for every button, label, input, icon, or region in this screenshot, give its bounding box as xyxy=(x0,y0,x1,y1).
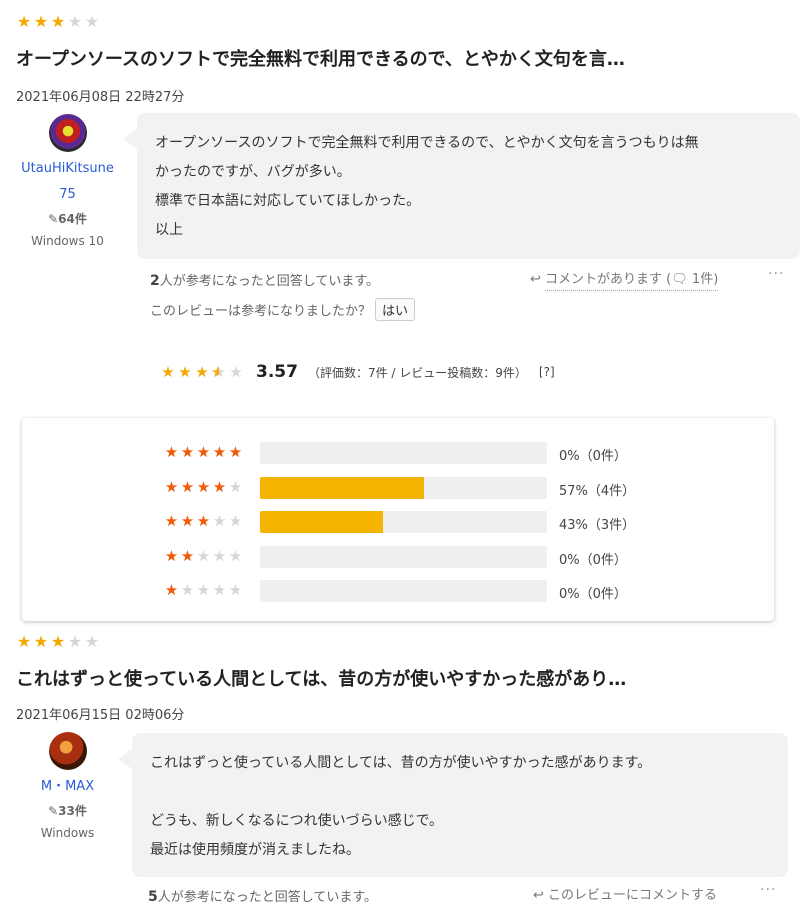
helpful-question: このレビューは参考になりましたか？ はい xyxy=(150,298,416,321)
star-filled-icon: ★ xyxy=(180,547,195,565)
star-empty-icon: ★ xyxy=(196,581,211,599)
avatar[interactable] xyxy=(48,732,87,770)
distribution-row-2[interactable]: ★ ★ ★ ★ ★ 0%（0件） xyxy=(22,546,774,568)
review-date: 2021年06月08日 22時27分 xyxy=(16,90,185,105)
star-empty-icon: ★ xyxy=(212,547,227,565)
comment-link[interactable]: ↩ このレビューにコメントする xyxy=(533,884,717,903)
avatar[interactable] xyxy=(48,114,87,152)
star-filled-icon: ★ xyxy=(33,632,49,651)
distribution-label: 0%（0件） xyxy=(559,553,627,568)
average-rating-stars: ★ ★ ★ ★ ★ xyxy=(160,364,244,380)
review-rating-stars: ★ ★ ★ ★ ★ xyxy=(16,14,100,30)
star-filled-icon: ★ xyxy=(16,632,32,651)
star-filled-icon: ★ xyxy=(33,12,49,31)
review-body: オープンソースのソフトで完全無料で利用できるので、とやかく文句を言うつもりは無 … xyxy=(123,113,800,259)
star-filled-icon: ★ xyxy=(180,478,195,496)
star-filled-icon: ★ xyxy=(180,443,195,461)
distribution-row-1[interactable]: ★ ★ ★ ★ ★ 0%（0件） xyxy=(22,580,774,602)
bar-track xyxy=(260,580,547,602)
star-empty-icon: ★ xyxy=(196,547,211,565)
review-title[interactable]: これはずっと使っている人間としては、昔の方が使いやすかった感があり… xyxy=(16,665,626,691)
star-icons: ★ ★ ★ ★ ★ xyxy=(164,445,243,460)
rating-summary: ★★★★★ 3.57 （評価数：7件 / レビュー投稿数：9件） [?] xyxy=(160,362,555,382)
edit-icon: ✎ xyxy=(48,212,59,226)
reviewer-profile: M・MAX ✎33件 Windows xyxy=(10,732,125,844)
average-score: 3.57 xyxy=(256,362,298,382)
star-icons: ★ ★ ★ ★ ★ xyxy=(164,549,243,564)
comment-icon: 🗨 xyxy=(671,272,688,287)
reply-icon: ↩ xyxy=(533,888,544,903)
rating-meta: （評価数：7件 / レビュー投稿数：9件） xyxy=(307,365,527,380)
star-empty-icon: ★ xyxy=(67,632,83,651)
star-empty-icon: ★ xyxy=(180,581,195,599)
review-title[interactable]: オープンソースのソフトで完全無料で利用できるので、とやかく文句を言… xyxy=(16,45,625,71)
distribution-label: 43%（3件） xyxy=(559,518,636,533)
bar-track xyxy=(260,477,547,499)
star-filled-icon: ★ xyxy=(164,443,179,461)
star-empty-icon: ★ xyxy=(228,512,243,530)
distribution-label: 0%（0件） xyxy=(559,449,627,464)
star-icons: ★ ★ ★ ★ ★ xyxy=(164,583,243,598)
star-empty-icon: ★ xyxy=(84,12,100,31)
star-filled-icon: ★ xyxy=(196,512,211,530)
reviewer-name[interactable]: M・MAX xyxy=(10,774,125,800)
distribution-row-3[interactable]: ★ ★ ★ ★ ★ 43%（3件） xyxy=(22,511,774,533)
review-date: 2021年06月15日 02時06分 xyxy=(16,708,185,723)
distribution-label: 57%（4件） xyxy=(559,484,636,499)
helpful-count-text: 5人が参考になったと回答しています。 xyxy=(148,889,378,905)
bar-fill xyxy=(260,511,384,533)
review-count: ✎33件 xyxy=(48,804,87,818)
star-filled-icon: ★ xyxy=(50,632,66,651)
comment-link[interactable]: ↩ コメントがあります (🗨 1件) xyxy=(530,268,719,291)
star-empty-icon: ★ xyxy=(228,478,243,496)
star-empty-icon: ★ xyxy=(84,632,100,651)
bar-track xyxy=(260,511,547,533)
star-empty-icon: ★ xyxy=(212,512,227,530)
review-body: これはずっと使っている人間としては、昔の方が使いやすかった感があります。 どうも… xyxy=(118,733,788,877)
star-filled-icon: ★ xyxy=(180,512,195,530)
star-filled-icon: ★ xyxy=(212,443,227,461)
reviewer-name[interactable]: UtauHiKitsune 75 xyxy=(10,156,125,208)
helpful-count-text: 2人が参考になったと回答しています。 xyxy=(150,273,380,289)
edit-icon: ✎ xyxy=(48,804,59,818)
star-empty-icon: ★ xyxy=(228,581,243,599)
bar-track xyxy=(260,546,547,568)
reviewer-profile: UtauHiKitsune 75 ✎64件 Windows 10 xyxy=(10,114,125,252)
star-filled-icon: ★ xyxy=(164,512,179,530)
bar-fill xyxy=(260,477,424,499)
distribution-row-4[interactable]: ★ ★ ★ ★ ★ 57%（4件） xyxy=(22,477,774,499)
distribution-label: 0%（0件） xyxy=(559,587,627,602)
star-filled-icon: ★ xyxy=(16,12,32,31)
star-icons: ★ ★ ★ ★ ★ xyxy=(164,480,243,495)
more-options-icon[interactable]: ··· xyxy=(760,882,776,898)
reply-icon: ↩ xyxy=(530,272,541,287)
star-filled-icon: ★ xyxy=(164,581,179,599)
bar-track xyxy=(260,442,547,464)
star-empty-icon: ★ xyxy=(67,12,83,31)
reviewer-os: Windows xyxy=(40,826,95,840)
rating-distribution: ★ ★ ★ ★ ★ 0%（0件） ★ ★ ★ ★ ★ 57%（4件） ★ ★ ★ ★ ★ 43%（3件）… xyxy=(22,418,774,621)
review-rating-stars: ★ ★ ★ ★ ★ xyxy=(16,634,100,650)
star-filled-icon: ★ xyxy=(212,478,227,496)
star-filled-icon: ★ xyxy=(196,478,211,496)
star-empty-icon: ★ xyxy=(228,547,243,565)
more-options-icon[interactable]: ··· xyxy=(768,266,784,282)
star-empty-icon: ★ xyxy=(212,581,227,599)
star-filled-icon: ★ xyxy=(196,443,211,461)
review-count: ✎64件 xyxy=(48,212,87,226)
star-icons: ★ ★ ★ ★ ★ xyxy=(164,514,243,529)
distribution-row-5[interactable]: ★ ★ ★ ★ ★ 0%（0件） xyxy=(22,442,774,464)
star-filled-icon: ★ xyxy=(164,547,179,565)
reviewer-os: Windows 10 xyxy=(31,234,104,248)
star-filled-icon: ★ xyxy=(164,478,179,496)
star-filled-icon: ★ xyxy=(228,443,243,461)
helpful-yes-button[interactable]: はい xyxy=(375,298,416,321)
help-link[interactable]: [?] xyxy=(539,365,555,379)
star-filled-icon: ★ xyxy=(50,12,66,31)
